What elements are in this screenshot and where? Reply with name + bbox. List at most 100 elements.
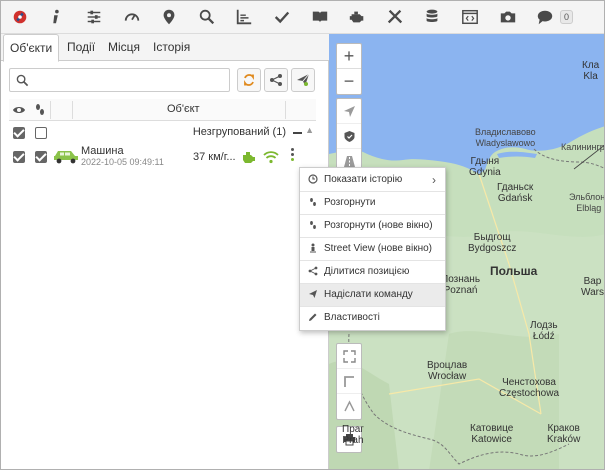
search-icon[interactable] xyxy=(197,7,217,27)
city-label: Вар Wars xyxy=(581,276,604,298)
eye-icon[interactable] xyxy=(12,103,26,117)
group-row[interactable]: Незгрупований (1) ▲ xyxy=(9,123,316,143)
database-icon[interactable] xyxy=(422,7,442,27)
scroll-up-icon[interactable]: ▲ xyxy=(305,125,314,135)
ruler-icon xyxy=(343,375,354,387)
app-window: 0 Об'єкти Події Місця Історія Об'єкт Нез… xyxy=(0,0,605,470)
menu-item-label: Street View (нове вікно) xyxy=(324,243,433,254)
navigation-arrow-icon xyxy=(343,105,355,117)
locate-button[interactable] xyxy=(337,99,361,124)
street-person-icon xyxy=(310,243,316,253)
menu-item-share-position[interactable]: Ділитися позицією xyxy=(300,261,445,283)
objects-grid-header: Об'єкт xyxy=(9,99,316,121)
checkmark-icon[interactable] xyxy=(272,7,292,27)
group-label: Незгрупований (1) xyxy=(192,126,286,138)
menu-item-label: Розгорнути xyxy=(324,197,376,208)
menu-item-label: Властивості xyxy=(324,312,380,323)
city-label: Лодзь Łódź xyxy=(530,320,558,342)
more-options-icon[interactable] xyxy=(291,148,295,166)
share-button[interactable] xyxy=(264,68,288,92)
code-window-icon[interactable] xyxy=(460,7,480,27)
city-label: Ченстохова Częstochowa xyxy=(499,377,560,399)
menu-item-label: Показати історію xyxy=(324,174,403,185)
object-speed: 37 км/г... xyxy=(193,151,236,163)
book-icon[interactable] xyxy=(310,7,330,27)
column-object[interactable]: Об'єкт xyxy=(167,103,200,115)
refresh-icon xyxy=(244,74,254,86)
city-label: Катовице Katowice xyxy=(470,423,514,445)
object-timestamp: 2022-10-05 09:49:11 xyxy=(81,157,164,167)
angle-button[interactable] xyxy=(337,394,361,419)
object-search-box[interactable] xyxy=(9,68,230,92)
tab-events[interactable]: Події xyxy=(61,34,101,61)
menu-item-expand[interactable]: Розгорнути xyxy=(300,192,445,214)
info-icon[interactable] xyxy=(46,7,66,27)
group-visible-checkbox[interactable] xyxy=(13,127,25,139)
send-command-button[interactable] xyxy=(291,68,315,92)
tab-places[interactable]: Місця xyxy=(102,34,146,61)
ruler-button[interactable] xyxy=(337,369,361,394)
refresh-button[interactable] xyxy=(237,68,261,92)
city-label: Гданьск Gdańsk xyxy=(497,182,534,204)
menu-item-label: Розгорнути (нове вікно) xyxy=(324,220,433,231)
city-label: Гдыня Gdynia xyxy=(469,156,501,178)
city-label: Эльблонг Elbląg xyxy=(569,192,605,213)
city-label: Познань Poznań xyxy=(441,274,481,296)
tab-objects[interactable]: Об'єкти xyxy=(3,34,60,62)
map-pin-icon[interactable] xyxy=(159,7,179,27)
city-label: Владиславово Wladyslawowo xyxy=(475,127,536,148)
search-icon xyxy=(16,74,29,87)
pencil-icon xyxy=(309,313,317,321)
gauge-icon[interactable] xyxy=(122,7,142,27)
shield-button[interactable] xyxy=(337,124,361,149)
clock-icon xyxy=(308,174,318,184)
column-separator xyxy=(50,101,51,119)
zoom-control: + − xyxy=(336,43,362,95)
column-separator xyxy=(72,101,73,119)
tab-history[interactable]: Історія xyxy=(147,34,196,61)
camera-icon[interactable] xyxy=(498,7,518,27)
menu-item-show-history[interactable]: Показати історію › xyxy=(300,169,445,191)
footprints-icon[interactable] xyxy=(33,103,47,117)
tools-icon[interactable] xyxy=(385,7,405,27)
shield-icon xyxy=(344,130,354,142)
menu-item-label: Ділитися позицією xyxy=(324,266,410,277)
zoom-in-button[interactable]: + xyxy=(337,44,361,69)
share-icon xyxy=(308,266,318,276)
city-label: Краков Kraków xyxy=(547,423,581,445)
city-label: Праг Prah xyxy=(342,424,364,446)
city-label: Быдгощ Bydgoszcz xyxy=(468,232,517,254)
table-row[interactable]: Машина 2022-10-05 09:49:11 37 км/г... xyxy=(9,144,316,170)
map-tools-top xyxy=(336,98,362,175)
group-follow-checkbox[interactable] xyxy=(35,127,47,139)
panel-tabs: Об'єкти Події Місця Історія xyxy=(1,34,329,62)
chevron-right-icon: › xyxy=(432,173,436,187)
top-toolbar: 0 xyxy=(1,1,604,34)
fullscreen-button[interactable] xyxy=(337,344,361,369)
search-input[interactable] xyxy=(34,71,224,89)
menu-item-street-view[interactable]: Street View (нове вікно) xyxy=(300,238,445,260)
object-follow-checkbox[interactable] xyxy=(35,151,47,163)
collapse-group-icon[interactable] xyxy=(293,132,302,134)
settings-sliders-icon[interactable] xyxy=(84,7,104,27)
chat-icon[interactable] xyxy=(535,7,555,27)
column-separator xyxy=(285,101,286,119)
expand-icon xyxy=(342,349,356,363)
menu-item-label: Надіслати команду xyxy=(324,289,413,300)
logo-icon[interactable] xyxy=(10,7,30,27)
city-label: Калининград xyxy=(561,142,605,152)
object-context-menu: Показати історію › Розгорнути Розгорнути… xyxy=(299,167,446,331)
car-icon xyxy=(54,151,78,164)
menu-item-send-command[interactable]: Надіслати команду xyxy=(300,284,445,306)
object-name: Машина xyxy=(81,145,124,157)
city-label: Кла Kla xyxy=(582,60,600,82)
footprints-icon xyxy=(310,198,316,206)
menu-item-properties[interactable]: Властивості xyxy=(300,307,445,329)
menu-item-expand-new-window[interactable]: Розгорнути (нове вікно) xyxy=(300,215,445,237)
signal-status-icon xyxy=(263,151,279,164)
send-icon xyxy=(297,73,310,86)
object-visible-checkbox[interactable] xyxy=(13,151,25,163)
engine-icon[interactable] xyxy=(347,7,367,27)
zoom-out-button[interactable]: − xyxy=(337,69,361,94)
chart-icon[interactable] xyxy=(234,7,254,27)
